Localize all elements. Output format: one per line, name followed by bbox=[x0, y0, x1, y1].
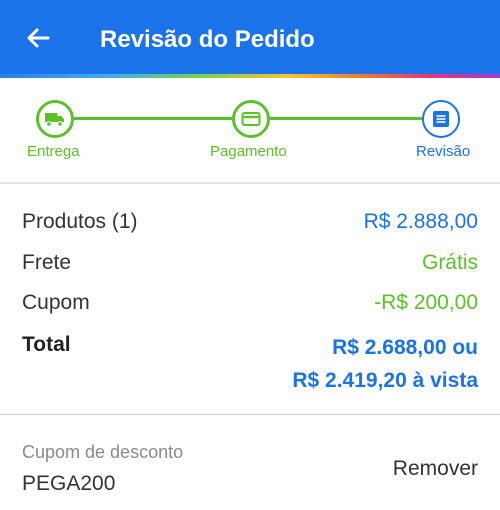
products-value: R$ 2.888,00 bbox=[363, 210, 478, 233]
total-value-line1: R$ 2.688,00 ou bbox=[332, 336, 478, 359]
coupon-divider bbox=[0, 414, 500, 415]
shipping-label: Frete bbox=[22, 251, 72, 274]
stepper-line bbox=[270, 117, 422, 120]
credit-card-icon bbox=[241, 112, 261, 126]
summary-row-total: Total R$ 2.688,00 ou R$ 2.419,20 à vista bbox=[22, 332, 478, 392]
coupon-discount-value: -R$ 200,00 bbox=[374, 291, 478, 314]
step-label-revisao: Revisão bbox=[416, 143, 471, 160]
step-label-entrega: Entrega bbox=[27, 143, 80, 160]
coupon-row-label: Cupom bbox=[22, 291, 90, 314]
step-label-pagamento: Pagamento bbox=[210, 143, 287, 160]
truck-icon bbox=[45, 113, 64, 127]
products-label: Produtos (1) bbox=[22, 210, 138, 233]
section-divider bbox=[0, 182, 500, 184]
step-entrega[interactable] bbox=[36, 100, 74, 138]
coupon-field-label: Cupom de desconto bbox=[22, 442, 184, 462]
arrow-left-icon[interactable] bbox=[22, 22, 54, 54]
coupon-code: PEGA200 bbox=[22, 472, 116, 495]
total-value-line2: R$ 2.419,20 à vista bbox=[292, 369, 478, 392]
checkout-stepper: Entrega Pagamento Revisão bbox=[0, 78, 500, 182]
page-title: Revisão do Pedido bbox=[100, 26, 315, 53]
list-icon bbox=[433, 111, 449, 127]
total-value: R$ 2.688,00 ou R$ 2.419,20 à vista bbox=[292, 331, 478, 397]
app-bar: Revisão do Pedido bbox=[0, 0, 500, 74]
step-pagamento[interactable] bbox=[232, 100, 270, 138]
shipping-value: Grátis bbox=[421, 251, 478, 274]
step-revisao[interactable] bbox=[422, 100, 460, 138]
total-label: Total bbox=[22, 333, 71, 356]
remove-coupon-button[interactable]: Remover bbox=[393, 456, 478, 482]
stepper-line bbox=[74, 117, 232, 120]
